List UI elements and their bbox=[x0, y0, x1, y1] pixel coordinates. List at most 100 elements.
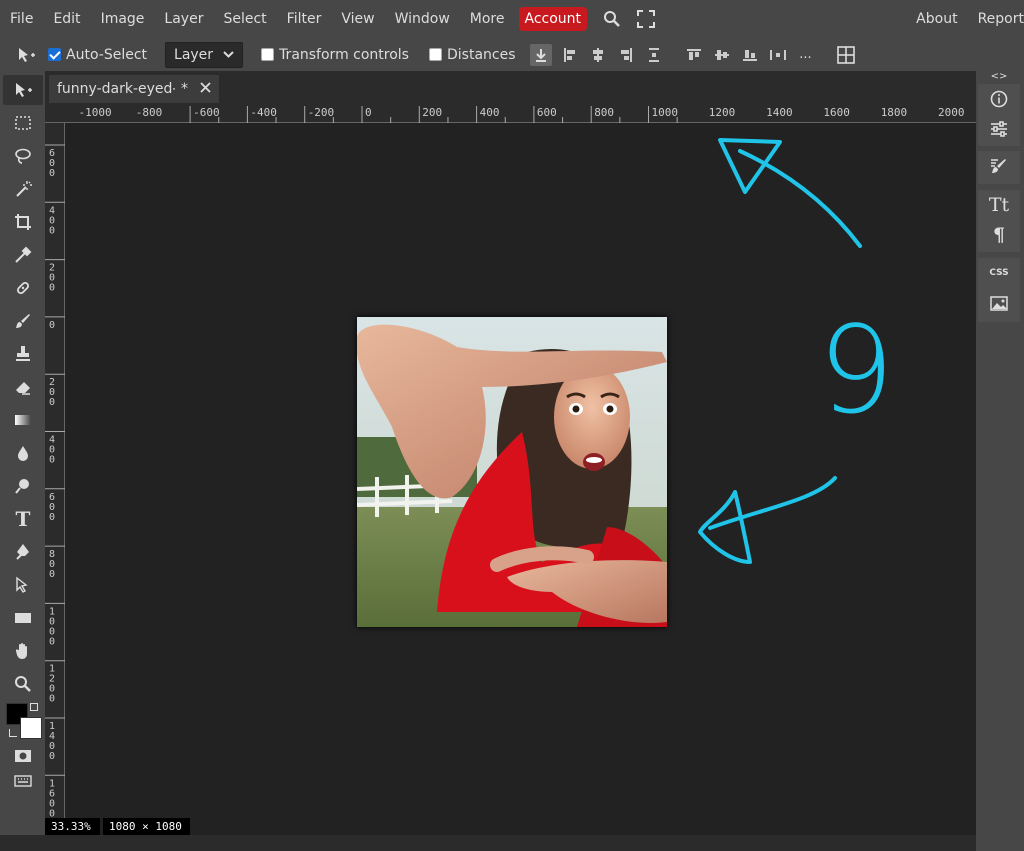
paragraph-icon[interactable]: ¶ bbox=[978, 220, 1020, 250]
magic-wand-tool-button[interactable] bbox=[3, 174, 43, 204]
hand-tool-button[interactable] bbox=[3, 636, 43, 666]
quick-mask-button[interactable] bbox=[3, 745, 43, 767]
path-select-tool-button[interactable] bbox=[3, 570, 43, 600]
menu-view[interactable]: View bbox=[331, 0, 384, 38]
eraser-tool-button[interactable] bbox=[3, 372, 43, 402]
zoom-level[interactable]: 33.33% bbox=[45, 818, 100, 835]
reset-colors-icon[interactable] bbox=[9, 729, 17, 737]
brush-settings-icon[interactable] bbox=[978, 151, 1020, 181]
menu-more[interactable]: More bbox=[460, 0, 515, 38]
zoom-tool-button[interactable] bbox=[3, 669, 43, 699]
menu-select[interactable]: Select bbox=[213, 0, 276, 38]
distribute-horizontal-icon[interactable] bbox=[640, 43, 668, 67]
align-bottom-icon[interactable] bbox=[736, 43, 764, 67]
hand-icon bbox=[15, 643, 27, 659]
transform-controls-checkbox[interactable]: Transform controls bbox=[261, 47, 409, 63]
document-tab[interactable]: funny-dark-eyed- * bbox=[49, 75, 219, 103]
rectangle-icon bbox=[15, 613, 31, 623]
auto-select-check-icon[interactable] bbox=[48, 48, 61, 61]
ruler-label: -600 bbox=[193, 106, 220, 119]
mask-icon bbox=[15, 750, 31, 762]
more-options-button[interactable]: ... bbox=[792, 43, 820, 67]
transform-check-icon[interactable] bbox=[261, 48, 275, 61]
dodge-tool-button[interactable] bbox=[3, 471, 43, 501]
canvas-image[interactable] bbox=[357, 317, 667, 627]
healing-tool-button[interactable] bbox=[3, 273, 43, 303]
move-tool-button[interactable] bbox=[3, 75, 43, 105]
grid-icon[interactable] bbox=[832, 43, 860, 67]
pen-icon bbox=[16, 544, 29, 560]
color-swatches[interactable] bbox=[0, 701, 45, 741]
chevron-down-icon bbox=[223, 51, 234, 58]
ruler-label: -200 bbox=[308, 106, 335, 119]
css-button[interactable]: CSS bbox=[978, 258, 1020, 288]
menu-layer[interactable]: Layer bbox=[154, 0, 213, 38]
ruler-label: 2000 bbox=[938, 106, 965, 119]
vertical-ruler[interactable]: 60040020002004006008001000120014001600 bbox=[45, 123, 65, 835]
align-left-icon[interactable] bbox=[556, 43, 584, 67]
blur-tool-button[interactable] bbox=[3, 438, 43, 468]
document-modified-marker: * bbox=[181, 81, 188, 97]
align-center-icon[interactable] bbox=[584, 43, 612, 67]
background-color-swatch[interactable] bbox=[20, 717, 42, 739]
swap-colors-icon[interactable] bbox=[30, 703, 38, 711]
align-middle-icon[interactable] bbox=[708, 43, 736, 67]
distribute-vertical-icon[interactable] bbox=[764, 43, 792, 67]
ruler-label-char: 0 bbox=[49, 225, 55, 236]
keyboard-button[interactable] bbox=[3, 770, 43, 792]
gradient-icon bbox=[15, 415, 31, 425]
move-icon bbox=[16, 83, 32, 97]
ruler-label-char: 0 bbox=[49, 320, 55, 331]
horizontal-ruler[interactable]: -1000 -800 -600 -400 -200 0 200 400 600 800 1000 12… bbox=[45, 103, 976, 123]
align-top-icon[interactable] bbox=[680, 43, 708, 67]
crop-tool-button[interactable] bbox=[3, 207, 43, 237]
distances-check-icon[interactable] bbox=[428, 48, 442, 61]
path-select-icon bbox=[16, 576, 28, 593]
brush-tool-button[interactable] bbox=[3, 306, 43, 336]
menu-image[interactable]: Image bbox=[91, 0, 155, 38]
shape-tool-button[interactable] bbox=[3, 603, 43, 633]
download-icon[interactable] bbox=[529, 43, 552, 66]
close-icon[interactable] bbox=[200, 81, 211, 97]
menu-filter[interactable]: Filter bbox=[277, 0, 332, 38]
ruler-label-char: 0 bbox=[49, 397, 55, 408]
fullscreen-icon[interactable] bbox=[629, 10, 663, 28]
align-right-icon[interactable] bbox=[612, 43, 640, 67]
account-button[interactable]: Account bbox=[518, 7, 588, 31]
ruler-label: -400 bbox=[250, 106, 277, 119]
distances-label: Distances bbox=[446, 46, 516, 63]
text-icon: T bbox=[15, 507, 31, 531]
character-icon[interactable]: Tt bbox=[978, 190, 1020, 220]
ruler-label: 1600 bbox=[823, 106, 850, 119]
marquee-tool-button[interactable] bbox=[3, 108, 43, 138]
collapse-panel-toggle[interactable]: <> bbox=[978, 71, 1020, 83]
menu-window[interactable]: Window bbox=[385, 0, 460, 38]
gradient-tool-button[interactable] bbox=[3, 405, 43, 435]
ruler-label: -800 bbox=[136, 106, 163, 119]
layer-select[interactable]: Layer bbox=[165, 41, 244, 68]
document-tab-title: funny-dark-eyed- bbox=[57, 81, 175, 97]
info-icon[interactable] bbox=[978, 84, 1020, 114]
ruler-label: 1400 bbox=[766, 106, 793, 119]
image-icon[interactable] bbox=[978, 288, 1020, 318]
eyedropper-tool-button[interactable] bbox=[3, 240, 43, 270]
stamp-tool-button[interactable] bbox=[3, 339, 43, 369]
menu-about[interactable]: About bbox=[906, 0, 967, 38]
text-tool-button[interactable]: T bbox=[3, 504, 43, 534]
ruler-label-char: 0 bbox=[49, 455, 55, 466]
ruler-label: 1800 bbox=[881, 106, 908, 119]
search-icon[interactable] bbox=[595, 10, 629, 28]
adjustments-icon[interactable] bbox=[978, 114, 1020, 144]
brush-icon bbox=[16, 314, 30, 328]
right-panel bbox=[976, 71, 1024, 851]
pen-tool-button[interactable] bbox=[3, 537, 43, 567]
distances-checkbox[interactable]: Distances bbox=[428, 46, 516, 63]
auto-select-checkbox[interactable]: Auto-Select bbox=[48, 47, 147, 63]
lasso-tool-button[interactable] bbox=[3, 141, 43, 171]
menu-edit[interactable]: Edit bbox=[43, 0, 90, 38]
auto-select-label: Auto-Select bbox=[66, 46, 148, 63]
brush-panel-group bbox=[978, 151, 1020, 184]
menu-report[interactable]: Report bbox=[968, 0, 1024, 38]
misc-panel-group: CSS bbox=[978, 258, 1020, 322]
menu-file[interactable]: File bbox=[0, 0, 43, 38]
